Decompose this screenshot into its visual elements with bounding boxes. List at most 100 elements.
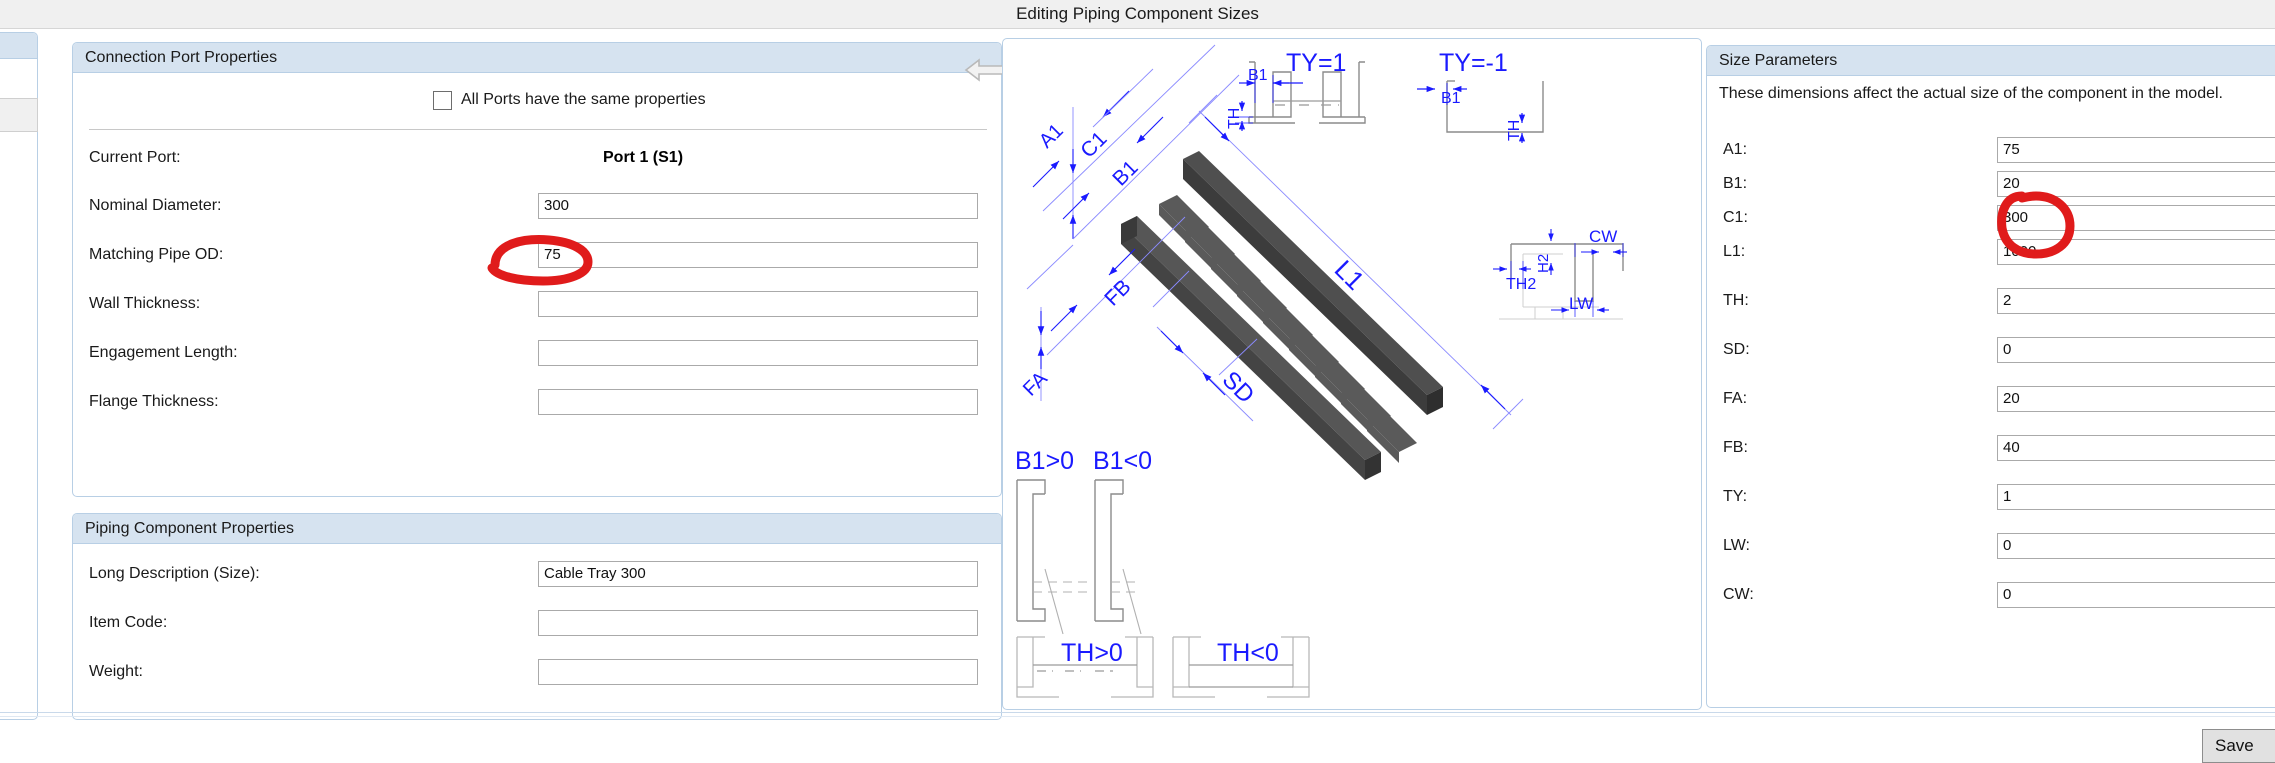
b1-input[interactable]: 20 bbox=[1997, 171, 2275, 197]
field-row-wall-thickness: Wall Thickness: bbox=[73, 289, 1003, 319]
size-param-row-b1: B1: 20 bbox=[1707, 169, 2275, 199]
size-parameters-title: Size Parameters bbox=[1719, 52, 1838, 69]
item-code-input[interactable] bbox=[538, 610, 978, 636]
size-param-row-c1: C1: 300 bbox=[1707, 203, 2275, 233]
th-value: 2 bbox=[2003, 292, 2012, 309]
th-label: TH: bbox=[1723, 292, 1749, 309]
svg-text:H2: H2 bbox=[1535, 254, 1552, 273]
window-title: Editing Piping Component Sizes bbox=[1016, 4, 1259, 23]
svg-text:LW: LW bbox=[1569, 294, 1593, 313]
long-description-input[interactable]: Cable Tray 300 bbox=[538, 561, 978, 587]
connection-port-properties-header: Connection Port Properties bbox=[73, 43, 1001, 73]
piping-component-properties-title: Piping Component Properties bbox=[85, 520, 295, 537]
matching-pipe-od-label: Matching Pipe OD: bbox=[89, 246, 224, 263]
ty-positive-label: TY=1 bbox=[1286, 49, 1346, 77]
field-row-weight: Weight: bbox=[73, 657, 1003, 687]
l1-input[interactable]: 1000 bbox=[1997, 239, 2275, 265]
cw-label: CW: bbox=[1723, 586, 1754, 603]
component-diagram-panel: TY=1 B1 TH TY=-1 B1 TH CW H2 TH2 LW A1 C… bbox=[1002, 38, 1702, 710]
b1-label: B1: bbox=[1723, 175, 1748, 192]
th-positive-label: TH>0 bbox=[1061, 639, 1123, 667]
wall-thickness-input[interactable] bbox=[538, 291, 978, 317]
svg-text:TH: TH bbox=[1506, 120, 1523, 141]
ty-input[interactable]: 1 bbox=[1997, 484, 2275, 510]
b1-positive-label: B1>0 bbox=[1015, 447, 1074, 475]
cable-tray-dimension-diagram: TY=1 B1 TH TY=-1 B1 TH CW H2 TH2 LW A1 C… bbox=[1015, 44, 1627, 698]
matching-pipe-od-input[interactable]: 75 bbox=[538, 242, 978, 268]
nominal-diameter-value: 300 bbox=[544, 197, 570, 214]
footer-separator bbox=[0, 712, 2275, 713]
b1-value: 20 bbox=[2003, 175, 2020, 192]
cw-input[interactable]: 0 bbox=[1997, 582, 2275, 608]
c1-value: 300 bbox=[2003, 209, 2029, 226]
current-port-value: Port 1 (S1) bbox=[603, 149, 684, 166]
engagement-length-input[interactable] bbox=[538, 340, 978, 366]
field-row-matching-pipe-od: Matching Pipe OD: 75 bbox=[73, 240, 1003, 270]
left-stub-list-item[interactable] bbox=[0, 98, 38, 132]
piping-component-properties-header: Piping Component Properties bbox=[73, 514, 1001, 544]
svg-text:TH: TH bbox=[1226, 108, 1243, 129]
size-param-row-ty: TY: 1 bbox=[1707, 482, 2275, 512]
matching-pipe-od-value: 75 bbox=[544, 246, 561, 263]
left-stub-panel-header bbox=[0, 33, 37, 59]
sd-value: 0 bbox=[2003, 341, 2012, 358]
size-param-row-sd: SD: 0 bbox=[1707, 335, 2275, 365]
current-port-row: Current Port: Port 1 (S1) bbox=[73, 143, 1003, 173]
dim-sd: SD bbox=[1217, 366, 1260, 409]
all-ports-checkbox[interactable] bbox=[433, 91, 452, 110]
size-parameters-intro: These dimensions affect the actual size … bbox=[1719, 85, 2223, 102]
lw-label: LW: bbox=[1723, 537, 1750, 554]
item-code-label: Item Code: bbox=[89, 614, 168, 631]
a1-label: A1: bbox=[1723, 141, 1748, 158]
nominal-diameter-input[interactable]: 300 bbox=[538, 193, 978, 219]
save-button[interactable]: Save bbox=[2202, 729, 2275, 763]
c1-label: C1: bbox=[1723, 209, 1748, 226]
svg-text:TH2: TH2 bbox=[1506, 276, 1536, 293]
long-description-label: Long Description (Size): bbox=[89, 565, 260, 582]
size-param-row-cw: CW: 0 bbox=[1707, 580, 2275, 610]
th-input[interactable]: 2 bbox=[1997, 288, 2275, 314]
size-param-row-fb: FB: 40 bbox=[1707, 433, 2275, 463]
field-row-item-code: Item Code: bbox=[73, 608, 1003, 638]
a1-input[interactable]: 75 bbox=[1997, 137, 2275, 163]
ty-label: TY: bbox=[1723, 488, 1748, 505]
weight-input[interactable] bbox=[538, 659, 978, 685]
weight-label: Weight: bbox=[89, 663, 143, 680]
a1-value: 75 bbox=[2003, 141, 2020, 158]
fa-input[interactable]: 20 bbox=[1997, 386, 2275, 412]
th-negative-label: TH<0 bbox=[1217, 639, 1279, 667]
l1-label: L1: bbox=[1723, 243, 1746, 260]
field-row-flange-thickness: Flange Thickness: bbox=[73, 387, 1003, 417]
fb-input[interactable]: 40 bbox=[1997, 435, 2275, 461]
flange-thickness-label: Flange Thickness: bbox=[89, 393, 219, 410]
nominal-diameter-label: Nominal Diameter: bbox=[89, 197, 222, 214]
save-button-label: Save bbox=[2215, 736, 2254, 755]
dim-c1: C1 bbox=[1076, 127, 1111, 162]
ty-negative-label: TY=-1 bbox=[1439, 49, 1508, 77]
flange-thickness-input[interactable] bbox=[538, 389, 978, 415]
fb-label: FB: bbox=[1723, 439, 1748, 456]
svg-text:CW: CW bbox=[1589, 227, 1617, 246]
field-row-nominal-diameter: Nominal Diameter: 300 bbox=[73, 191, 1003, 221]
sd-input[interactable]: 0 bbox=[1997, 337, 2275, 363]
window-title-bar: Editing Piping Component Sizes bbox=[0, 0, 2275, 29]
b1-negative-label: B1<0 bbox=[1093, 447, 1152, 475]
size-parameters-panel: Size Parameters These dimensions affect … bbox=[1706, 45, 2275, 708]
footer-separator-secondary bbox=[0, 716, 2275, 717]
fa-value: 20 bbox=[2003, 390, 2020, 407]
size-param-row-lw: LW: 0 bbox=[1707, 531, 2275, 561]
current-port-label: Current Port: bbox=[89, 149, 181, 166]
svg-text:B1: B1 bbox=[1248, 67, 1268, 84]
c1-input[interactable]: 300 bbox=[1997, 205, 2275, 231]
lw-input[interactable]: 0 bbox=[1997, 533, 2275, 559]
size-param-row-a1: A1: 75 bbox=[1707, 135, 2275, 165]
piping-component-properties-panel: Piping Component Properties Long Descrip… bbox=[72, 513, 1002, 720]
section-divider bbox=[89, 129, 987, 130]
dim-b1: B1 bbox=[1108, 156, 1142, 190]
size-param-row-fa: FA: 20 bbox=[1707, 384, 2275, 414]
dim-fa: FA bbox=[1019, 367, 1052, 400]
field-row-long-description: Long Description (Size): Cable Tray 300 bbox=[73, 559, 1003, 589]
wall-thickness-label: Wall Thickness: bbox=[89, 295, 201, 312]
connection-port-properties-panel: Connection Port Properties All Ports hav… bbox=[72, 42, 1057, 497]
cw-value: 0 bbox=[2003, 586, 2012, 603]
